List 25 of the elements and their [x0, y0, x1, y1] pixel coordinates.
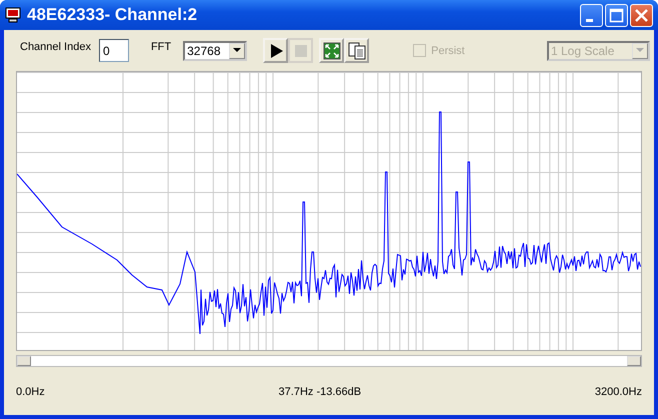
fft-dropdown[interactable]: 32768: [183, 40, 248, 60]
play-button[interactable]: [263, 38, 288, 63]
stop-icon: [292, 42, 309, 58]
minimize-button[interactable]: [580, 4, 603, 26]
scroll-thumb[interactable]: [627, 356, 641, 366]
copy-icon: [348, 42, 366, 60]
scroll-thumb[interactable]: [17, 356, 31, 366]
copy-button[interactable]: [344, 38, 370, 63]
dropdown-arrow-icon: [233, 48, 242, 53]
persist-label: Persist: [431, 44, 465, 56]
channel-index-field[interactable]: 0: [98, 39, 129, 62]
fft-label: FFT: [150, 40, 172, 52]
channel-index-label: Channel Index: [20, 40, 91, 52]
cursor-readout: 37.7Hz -13.66dB: [278, 386, 362, 398]
max-frequency-label: 3200.0Hz: [594, 386, 642, 398]
close-button[interactable]: [630, 4, 653, 26]
dropdown-arrow-icon: [636, 48, 644, 53]
fit-button[interactable]: [319, 38, 344, 63]
expand-arrows-icon: [322, 42, 341, 60]
monitor-icon: [5, 7, 21, 23]
horizontal-scrollbar[interactable]: [16, 355, 642, 367]
maximize-button[interactable]: [605, 4, 628, 26]
window-title: 48E62333- Channel:2: [27, 5, 198, 25]
min-frequency-label: 0.0Hz: [16, 386, 45, 398]
minimize-icon: [586, 18, 593, 22]
